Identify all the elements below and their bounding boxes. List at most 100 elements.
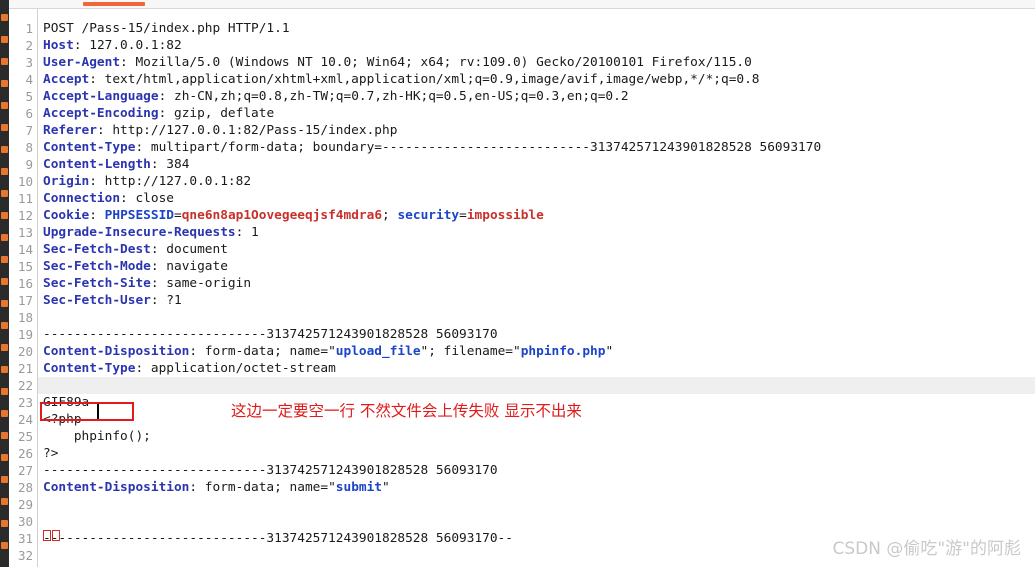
line-number: 1 (25, 21, 33, 36)
code-token: : form-data; name=" (189, 344, 336, 359)
code-token: : ?1 (150, 293, 182, 308)
code-line[interactable]: Host: 127.0.0.1:82 (38, 37, 1035, 54)
code-token: : 127.0.0.1:82 (73, 38, 182, 53)
code-token: Host (43, 38, 74, 53)
code-line[interactable]: Content-Type: multipart/form-data; bound… (38, 139, 1035, 156)
line-number: 15 (17, 259, 33, 274)
strip-marker-icon (1, 520, 8, 527)
strip-marker-icon (1, 168, 8, 175)
strip-marker-icon (1, 454, 8, 461)
line-number: 23 (17, 395, 33, 410)
strip-marker-icon (1, 300, 8, 307)
strip-marker-icon (1, 146, 8, 153)
strip-marker-icon (1, 542, 8, 549)
unrenderable-glyphs (43, 530, 60, 541)
strip-marker-icon (1, 366, 8, 373)
code-token: Connection (43, 191, 121, 206)
code-line[interactable]: User-Agent: Mozilla/5.0 (Windows NT 10.0… (38, 54, 1035, 71)
line-number: 13 (17, 225, 33, 240)
code-line[interactable]: phpinfo(); (38, 428, 1035, 445)
strip-marker-icon (1, 36, 8, 43)
text-caret (97, 404, 99, 419)
code-token: ?> (43, 446, 59, 461)
code-line[interactable]: POST /Pass-15/index.php HTTP/1.1 (38, 20, 1035, 37)
strip-marker-icon (1, 58, 8, 65)
code-token: Content-Disposition (43, 480, 190, 495)
code-token: PHPSESSID (104, 208, 174, 223)
code-token: : document (150, 242, 228, 257)
unrenderable-glyph (52, 530, 60, 541)
code-token: : close (120, 191, 174, 206)
code-line[interactable]: Content-Disposition: form-data; name="su… (38, 479, 1035, 496)
code-token: -----------------------------31374257124… (43, 531, 513, 546)
code-line[interactable]: Referer: http://127.0.0.1:82/Pass-15/ind… (38, 122, 1035, 139)
code-line[interactable]: Sec-Fetch-User: ?1 (38, 292, 1035, 309)
line-number: 9 (25, 157, 33, 172)
active-tab-indicator[interactable] (83, 2, 145, 6)
unrenderable-glyph (43, 530, 51, 541)
strip-marker-icon (1, 344, 8, 351)
code-line[interactable]: Sec-Fetch-Dest: document (38, 241, 1035, 258)
code-token: Content-Disposition (43, 344, 190, 359)
line-number: 4 (25, 72, 33, 87)
line-number: 11 (17, 191, 33, 206)
line-number: 14 (17, 242, 33, 257)
code-line[interactable]: Accept-Language: zh-CN,zh;q=0.8,zh-TW;q=… (38, 88, 1035, 105)
code-line[interactable]: Connection: close (38, 190, 1035, 207)
line-number: 19 (17, 327, 33, 342)
code-line[interactable] (38, 513, 1035, 530)
code-line[interactable]: Content-Length: 384 (38, 156, 1035, 173)
line-number: 30 (17, 514, 33, 529)
code-token: : gzip, deflate (158, 106, 275, 121)
code-token: ; (382, 208, 398, 223)
line-number-gutter: 1 2 3 4 5 6 7 8 9 10 11 12 13 14 15 16 17 18 19 20 21 22 23 24 2… (9, 9, 38, 567)
code-line[interactable]: Content-Type: application/octet-stream (38, 360, 1035, 377)
code-token: impossible (466, 208, 544, 223)
code-line[interactable]: -----------------------------31374257124… (38, 326, 1035, 343)
tab-strip (9, 0, 1035, 9)
code-line[interactable]: Sec-Fetch-Mode: navigate (38, 258, 1035, 275)
code-token: " (605, 344, 614, 359)
line-number: 5 (25, 89, 33, 104)
line-number: 24 (17, 412, 33, 427)
code-token: Content-Type (43, 361, 136, 376)
code-token: User-Agent (43, 55, 121, 70)
code-token: qne6n8ap1Oovegeeqjsf4mdra6 (181, 208, 383, 223)
code-line[interactable]: -----------------------------31374257124… (38, 462, 1035, 479)
line-number: 8 (25, 140, 33, 155)
code-token: Referer (43, 123, 97, 138)
line-number: 28 (17, 480, 33, 495)
line-number: 31 (17, 531, 33, 546)
line-number: 2 (25, 38, 33, 53)
code-line[interactable]: Accept: text/html,application/xhtml+xml,… (38, 71, 1035, 88)
line-number: 6 (25, 106, 33, 121)
strip-marker-icon (1, 432, 8, 439)
code-token: : http://127.0.0.1:82 (89, 174, 252, 189)
code-token: : form-data; name=" (189, 480, 336, 495)
gif-header-selection-box (40, 402, 134, 421)
strip-marker-icon (1, 102, 8, 109)
code-line[interactable]: Sec-Fetch-Site: same-origin (38, 275, 1035, 292)
code-line[interactable] (38, 377, 1035, 394)
code-line[interactable]: Content-Disposition: form-data; name="up… (38, 343, 1035, 360)
strip-marker-icon (1, 322, 8, 329)
code-line[interactable]: Cookie: PHPSESSID=qne6n8ap1Oovegeeqjsf4m… (38, 207, 1035, 224)
code-token: security (397, 208, 460, 223)
code-line[interactable]: Accept-Encoding: gzip, deflate (38, 105, 1035, 122)
code-token: POST /Pass-15/index.php HTTP/1.1 (43, 21, 290, 36)
code-token: = (459, 208, 467, 223)
strip-marker-icon (1, 14, 8, 21)
code-area[interactable]: POST /Pass-15/index.php HTTP/1.1 Host: 12… (38, 9, 1035, 567)
annotation-note: 这边一定要空一行 不然文件会上传失败 显示不出来 (231, 402, 582, 420)
http-request-editor[interactable]: 1 2 3 4 5 6 7 8 9 10 11 12 13 14 15 16 17 18 19 20 21 22 23 24 2… (9, 9, 1035, 567)
code-line[interactable] (38, 309, 1035, 326)
code-token: : 1 (235, 225, 259, 240)
code-line[interactable] (38, 496, 1035, 513)
line-number: 20 (17, 344, 33, 359)
code-line[interactable]: Upgrade-Insecure-Requests: 1 (38, 224, 1035, 241)
strip-marker-icon (1, 256, 8, 263)
line-number: 18 (17, 310, 33, 325)
code-line[interactable]: ?> (38, 445, 1035, 462)
code-line[interactable]: Origin: http://127.0.0.1:82 (38, 173, 1035, 190)
code-token: : text/html,application/xhtml+xml,applic… (89, 72, 760, 87)
